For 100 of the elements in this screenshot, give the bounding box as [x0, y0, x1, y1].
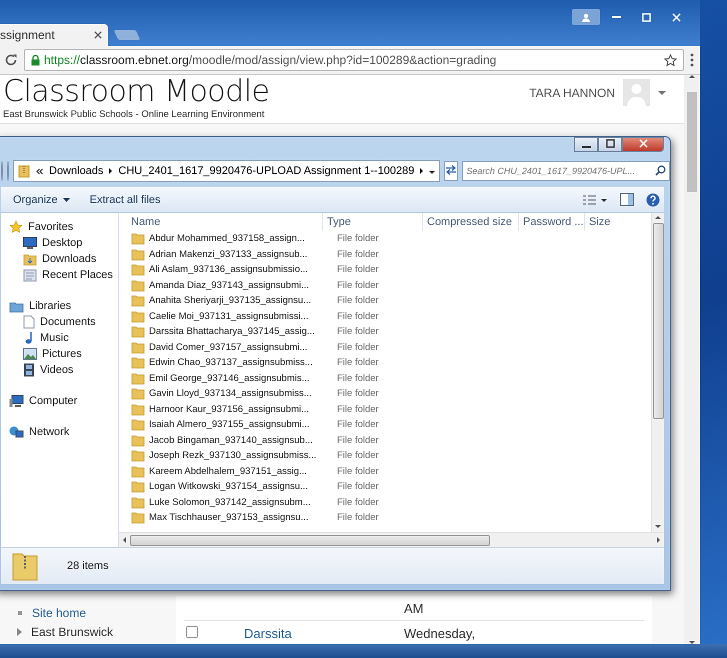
monitor-icon [23, 237, 37, 249]
file-row[interactable]: Caelie Moi_937131_assignsubmissi... File folder [119, 308, 651, 324]
column-header[interactable]: Password ... [519, 213, 585, 231]
preview-pane-icon[interactable] [620, 193, 634, 206]
nav-item[interactable]: Recent Places [1, 267, 118, 283]
dropdown-arrow-icon[interactable] [429, 170, 436, 174]
scrollbar-thumb[interactable] [652, 223, 664, 419]
picture-icon [23, 348, 37, 360]
scrollbar-thumb[interactable] [687, 92, 697, 192]
item-count: 28 items [67, 560, 109, 572]
page-scrollbar[interactable] [684, 75, 700, 644]
chevron-icon[interactable] [109, 168, 112, 174]
folder-icon [131, 480, 145, 494]
breadcrumb-item[interactable]: Downloads [49, 165, 104, 177]
network-icon [9, 426, 24, 438]
file-row[interactable]: Darssita Bhattacharya_937145_assig... File folder [119, 324, 651, 340]
file-row[interactable]: Amanda Diaz_937143_assignsubmi... File folder [119, 278, 651, 293]
file-row[interactable]: Ali Aslam_937136_assignsubmissio... File folder [119, 262, 651, 278]
nav-item[interactable]: Documents [1, 314, 118, 330]
row-checkbox[interactable] [186, 626, 198, 638]
date-cell-text: AM [404, 600, 424, 616]
libraries-icon [9, 300, 24, 312]
file-row[interactable]: Harnoor Kaur_937156_assignsubmi... File folder [119, 402, 651, 417]
file-row[interactable]: Kareem Abdelhalem_937151_assig... File folder [119, 464, 651, 479]
address-bar[interactable]: Downloads CHU_2401_1617_9920476-UPLOAD Assignment 1--100289 [13, 160, 440, 182]
file-row[interactable]: Joseph Rezk_937130_assignsubmiss... File folder [119, 448, 651, 464]
menu-icon[interactable] [690, 53, 694, 67]
close-icon [94, 31, 102, 39]
folder-icon [131, 387, 145, 400]
file-row[interactable]: Isaiah Almero_937155_assignsubmi... File folder [119, 417, 651, 432]
user-name[interactable]: TARA HANNON [529, 86, 615, 100]
refresh-button[interactable] [444, 161, 458, 181]
url-text: https://classroom.ebnet.org/moodle/mod/assign/view.php?id=100289&action=grading [44, 53, 496, 67]
nav-item[interactable]: Desktop [1, 235, 118, 251]
folder-icon [131, 464, 145, 478]
nav-item[interactable]: Videos [1, 362, 118, 378]
chevron-icon[interactable] [420, 168, 424, 174]
column-header[interactable]: Compressed size [423, 213, 519, 231]
search-field[interactable]: Search CHU_2401_1617_9920476-UPL... [462, 161, 670, 181]
profile-button[interactable] [572, 9, 600, 25]
file-row[interactable]: Emil George_937146_assignsubmis... File folder [119, 370, 651, 386]
file-row[interactable]: Adrian Makenzi_937133_assignsub... File folder [119, 246, 651, 262]
scrollbar-thumb[interactable] [130, 534, 490, 546]
scroll-down-arrow-icon[interactable] [655, 525, 661, 528]
bullet-icon [18, 610, 22, 614]
close-icon [672, 12, 680, 22]
folder-icon [131, 449, 145, 462]
scroll-up-arrow-icon[interactable] [689, 75, 695, 78]
close-button[interactable] [622, 137, 664, 152]
reload-icon[interactable] [4, 53, 18, 67]
maximize-button[interactable] [598, 137, 622, 152]
folder-icon [131, 340, 145, 354]
scroll-up-arrow-icon[interactable] [655, 216, 661, 219]
recent-places-icon [23, 268, 37, 282]
nav-item[interactable]: Favorites [1, 219, 118, 235]
folder-icon [131, 372, 145, 385]
file-row[interactable]: Edwin Chao_937137_assignsubmiss... File folder [119, 355, 651, 370]
column-header[interactable]: Type [323, 213, 423, 231]
minimize-button[interactable] [574, 137, 598, 152]
student-name-link[interactable]: Darssita [244, 626, 292, 640]
file-row[interactable]: Logan Witkowski_937154_assignsu... File folder [119, 479, 651, 494]
file-row[interactable]: Luke Solomon_937142_assignsubm... File folder [119, 494, 651, 510]
browser-tab[interactable]: ssignment [0, 24, 108, 46]
address-bar[interactable]: https://classroom.ebnet.org/moodle/mod/assign/view.php?id=100289&action=grading [24, 49, 684, 71]
nav-item[interactable]: Network [1, 424, 118, 440]
help-icon[interactable] [646, 192, 660, 206]
site-title[interactable]: Classroom Moodle [3, 75, 270, 109]
file-row[interactable]: Jacob Bingaman_937140_assignsub... File folder [119, 432, 651, 448]
close-icon [638, 139, 648, 148]
folder-icon [131, 325, 145, 338]
nav-item[interactable]: Libraries [1, 298, 118, 314]
nav-link[interactable]: East Brunswick [31, 624, 114, 638]
document-icon [23, 315, 35, 329]
scroll-right-arrow-icon[interactable] [657, 537, 660, 543]
toolbar-button[interactable]: Extract all files [82, 192, 169, 208]
computer-icon [9, 394, 24, 408]
star-icon[interactable] [664, 54, 677, 66]
maximize-icon [606, 139, 614, 148]
column-header[interactable]: Name [127, 213, 323, 231]
toolbar-button[interactable]: Organize [5, 192, 78, 208]
breadcrumb-item[interactable]: CHU_2401_1617_9920476-UPLOAD Assignment 1--100289 [118, 165, 414, 177]
view-options-icon[interactable] [582, 194, 608, 206]
expand-arrow-icon[interactable] [17, 628, 22, 636]
horizontal-scrollbar[interactable] [119, 532, 664, 547]
nav-item[interactable]: Downloads [1, 251, 118, 267]
nav-item[interactable]: Computer [1, 393, 118, 409]
folder-icon [131, 294, 145, 308]
file-row[interactable]: David Comer_937157_assignsubmi... File folder [119, 340, 651, 355]
file-row[interactable]: Gavin Lloyd_937134_assignsubmiss... File folder [119, 386, 651, 402]
file-row[interactable]: Anahita Sheriyarji_937135_assignsu... File folder [119, 293, 651, 308]
file-row[interactable]: Abdur Mohammed_937158_assign... File folder [119, 231, 651, 246]
file-row[interactable]: Max Tischhauser_937153_assignsu... File folder [119, 510, 651, 526]
nav-item[interactable]: Pictures [1, 346, 118, 362]
caret-icon[interactable] [658, 90, 666, 94]
double-chevron-icon[interactable] [36, 168, 43, 174]
scroll-left-arrow-icon[interactable] [123, 537, 126, 543]
vertical-scrollbar[interactable] [651, 213, 664, 532]
nav-link[interactable]: Site home [32, 606, 86, 620]
nav-item[interactable]: Music [1, 330, 118, 346]
film-icon [23, 363, 35, 377]
